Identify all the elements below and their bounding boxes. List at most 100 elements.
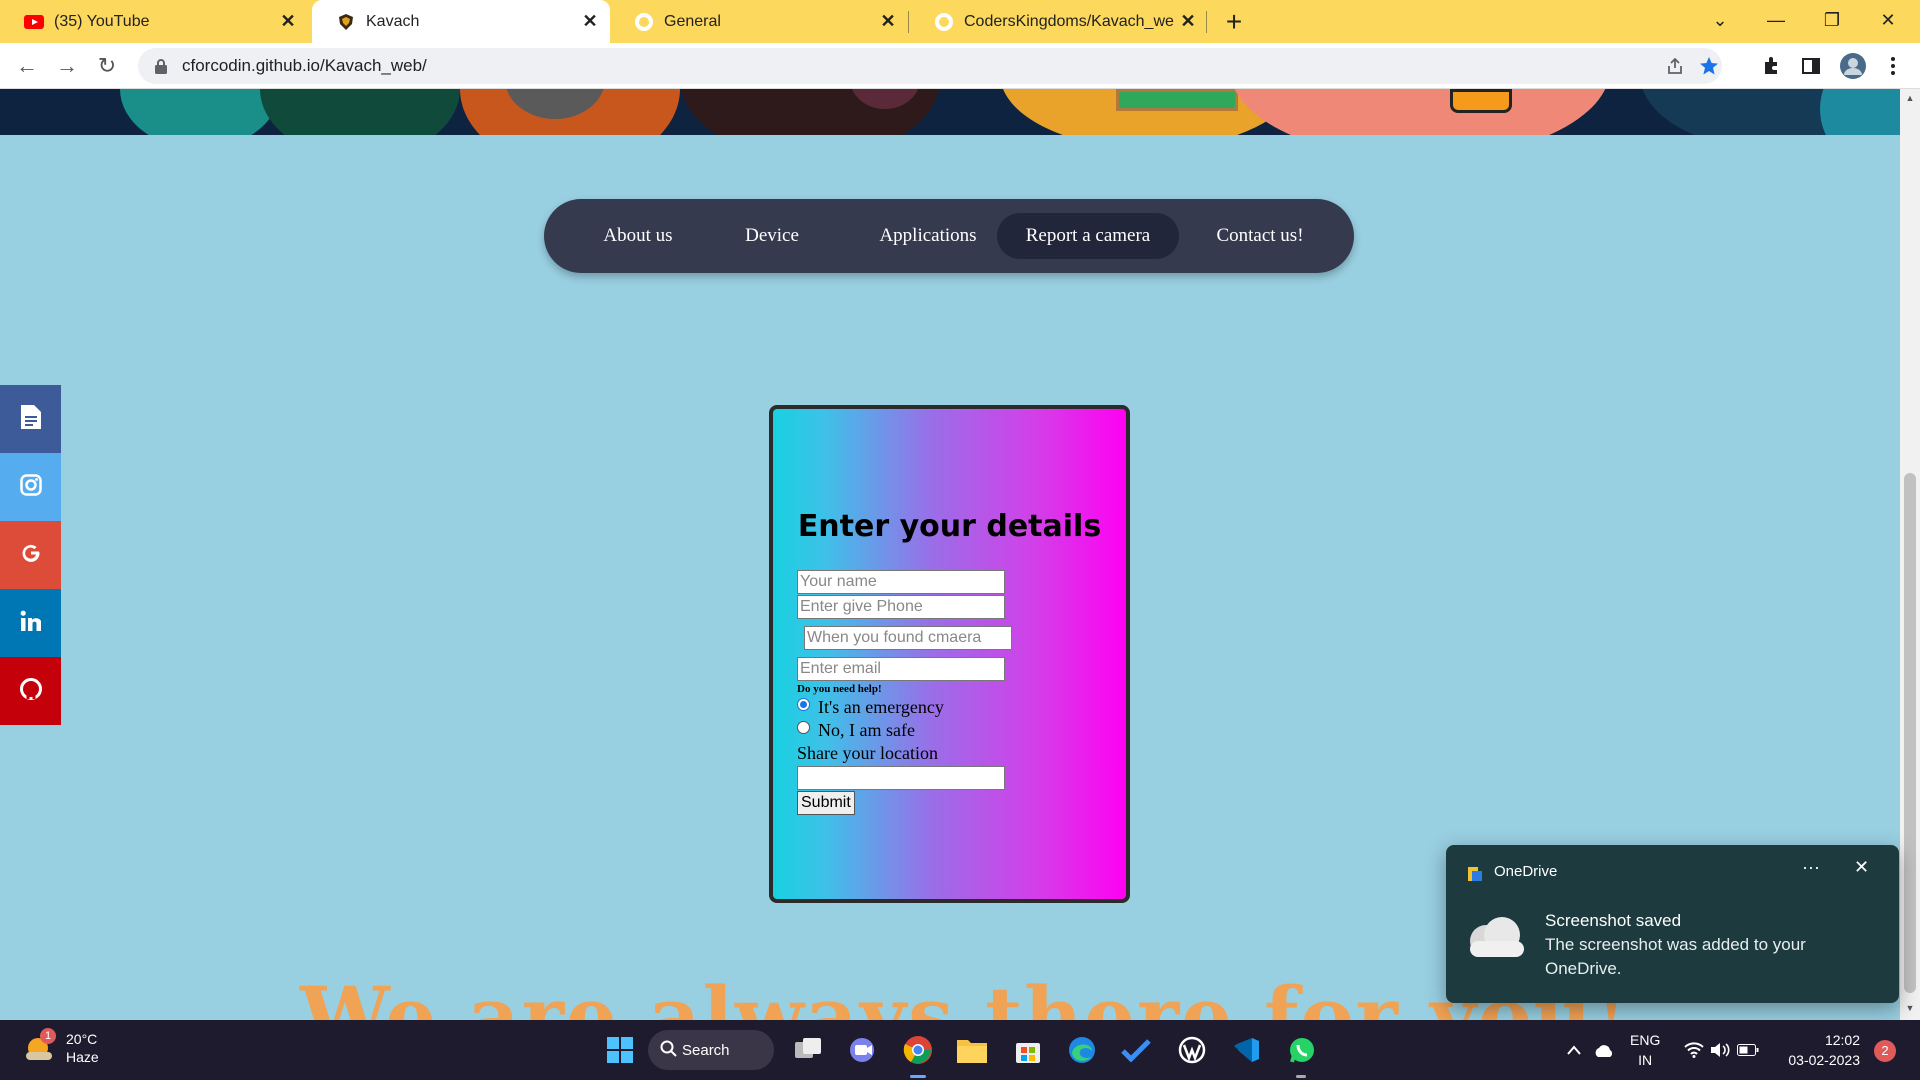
whatsapp-icon[interactable] (1282, 1030, 1322, 1070)
url-bar[interactable]: cforcodin.github.io/Kavach_web/ (138, 48, 1722, 84)
extensions-icon[interactable] (1756, 51, 1786, 81)
safe-radio[interactable] (797, 721, 810, 734)
radio-safe-row[interactable]: No, I am safe (797, 720, 915, 741)
page-scrollbar[interactable]: ▲ ▼ (1900, 89, 1920, 1020)
share-icon[interactable] (1660, 48, 1690, 84)
tab-general[interactable]: General ✕ (610, 0, 908, 43)
toast-body: The screenshot was added to your OneDriv… (1545, 935, 1806, 978)
weather-sun-icon: 1 (24, 1028, 60, 1066)
profile-avatar[interactable] (1838, 51, 1868, 81)
social-sidebar (0, 385, 61, 725)
phone-input[interactable]: Enter give Phone (797, 595, 1005, 619)
close-tab-icon[interactable]: ✕ (1174, 8, 1202, 36)
restore-icon[interactable]: ❐ (1804, 0, 1860, 40)
nav-contact-us[interactable]: Contact us! (1190, 213, 1330, 259)
name-input[interactable]: Your name (797, 570, 1005, 594)
google-link[interactable] (0, 521, 61, 589)
form-title: Enter your details (797, 509, 1102, 544)
search-label: Search (682, 1041, 730, 1059)
close-tab-icon[interactable]: ✕ (274, 8, 302, 36)
url-text[interactable]: cforcodin.github.io/Kavach_web/ (182, 56, 427, 76)
lang-bottom: IN (1638, 1052, 1653, 1068)
tab-search-chevron-icon[interactable]: ⌄ (1692, 0, 1748, 40)
tab-github-repo[interactable]: CodersKingdoms/Kavach_web ✕ (910, 0, 1208, 43)
emergency-radio[interactable] (797, 698, 810, 711)
close-tab-icon[interactable]: ✕ (874, 8, 902, 36)
github-icon (634, 12, 654, 32)
document-link[interactable] (0, 385, 61, 453)
close-tab-icon[interactable]: ✕ (576, 8, 604, 36)
new-tab-icon[interactable]: + (1218, 6, 1250, 38)
open-app-indicator (1296, 1075, 1306, 1078)
teams-chat-icon[interactable] (842, 1030, 882, 1070)
emergency-label: It's an emergency (818, 697, 944, 717)
tab-youtube[interactable]: (35) YouTube ✕ (0, 0, 308, 43)
tab-strip: (35) YouTube ✕ Kavach ✕ General ✕ Coders… (0, 0, 1920, 43)
battery-icon[interactable] (1728, 1030, 1768, 1070)
wordpress-icon[interactable] (1172, 1030, 1212, 1070)
tagline-heading: We are always there for you! (300, 969, 1631, 1020)
vscode-icon[interactable] (1226, 1030, 1266, 1070)
github-icon (19, 677, 42, 705)
language-indicator[interactable]: ENG IN (1630, 1030, 1660, 1070)
submit-button[interactable]: Submit (797, 791, 855, 815)
chrome-icon[interactable] (898, 1030, 938, 1070)
toast-title: Screenshot saved (1545, 911, 1682, 930)
onedrive-notification[interactable]: OneDrive ··· ✕ Screenshot saved The scre… (1446, 845, 1899, 1003)
location-input[interactable] (797, 766, 1005, 790)
document-icon (20, 404, 41, 434)
linkedin-link[interactable] (0, 589, 61, 657)
edge-icon[interactable] (1062, 1030, 1102, 1070)
todo-check-icon[interactable] (1116, 1030, 1156, 1070)
scroll-up-icon[interactable]: ▲ (1904, 93, 1916, 105)
weather-temp: 20°C (66, 1031, 98, 1047)
microsoft-store-icon[interactable] (1008, 1030, 1048, 1070)
nav-report-camera[interactable]: Report a camera (997, 213, 1179, 259)
nav-applications[interactable]: Applications (838, 213, 1018, 259)
nav-about-us[interactable]: About us (568, 213, 708, 259)
windows-start-icon[interactable] (600, 1030, 640, 1070)
onedrive-tray-icon[interactable] (1584, 1030, 1624, 1070)
more-options-icon[interactable]: ··· (1802, 857, 1820, 878)
onedrive-logo-icon (1466, 865, 1484, 888)
minimize-icon[interactable]: — (1748, 0, 1804, 40)
reload-icon[interactable]: ↻ (92, 51, 122, 81)
tab-kavach[interactable]: Kavach ✕ (312, 0, 610, 43)
kavach-favicon (336, 12, 356, 32)
radio-emergency-row[interactable]: It's an emergency (797, 697, 944, 718)
active-app-indicator (910, 1075, 926, 1078)
weather-desc: Haze (66, 1049, 99, 1065)
back-arrow-icon[interactable]: ← (12, 51, 42, 81)
forward-arrow-icon[interactable]: → (52, 51, 82, 81)
tab-separator (1206, 11, 1207, 33)
taskbar-search[interactable]: Search (648, 1030, 774, 1070)
close-icon[interactable]: ✕ (1854, 857, 1869, 878)
date-input[interactable]: When you found cmaera (804, 626, 1012, 650)
clock-time: 12:02 (1824, 1032, 1860, 1048)
instagram-icon (19, 473, 42, 501)
tab-separator (908, 11, 909, 33)
tab-label: General (664, 12, 721, 30)
weather-widget[interactable]: 1 20°C Haze (24, 1028, 99, 1066)
bookmark-star-icon[interactable] (1694, 48, 1724, 84)
tab-label: (35) YouTube (54, 12, 150, 30)
file-explorer-icon[interactable] (952, 1030, 992, 1070)
weather-badge: 1 (40, 1028, 56, 1044)
taskbar-clock[interactable]: 12:02 03-02-2023 (1780, 1030, 1860, 1070)
youtube-icon (24, 12, 44, 32)
side-panel-icon[interactable] (1796, 51, 1826, 81)
chrome-menu-icon[interactable] (1878, 51, 1908, 81)
tab-label: CodersKingdoms/Kavach_web (964, 12, 1174, 30)
scroll-thumb[interactable] (1904, 473, 1916, 993)
instagram-link[interactable] (0, 453, 61, 521)
notification-badge[interactable]: 2 (1874, 1040, 1896, 1062)
lock-icon[interactable] (152, 57, 170, 75)
email-input[interactable]: Enter email (797, 657, 1005, 681)
close-window-icon[interactable]: ✕ (1860, 0, 1916, 40)
google-icon (20, 542, 42, 569)
windows-taskbar: 1 20°C Haze Search ENG IN 12:02 03-02-20… (0, 1020, 1920, 1080)
scroll-down-icon[interactable]: ▼ (1904, 1003, 1916, 1015)
github-link[interactable] (0, 657, 61, 725)
nav-device[interactable]: Device (714, 213, 830, 259)
task-view-icon[interactable] (788, 1030, 828, 1070)
